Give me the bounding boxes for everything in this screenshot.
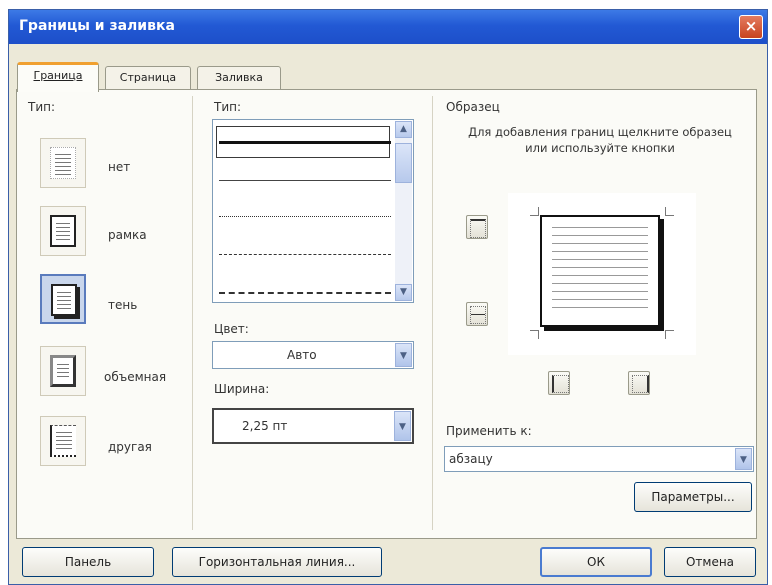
tab-border-label: Граница (33, 69, 83, 82)
line-style-dashed[interactable] (219, 254, 391, 255)
right-border-icon (632, 375, 649, 393)
width-label: Ширина: (214, 382, 270, 396)
chevron-down-icon[interactable]: ▼ (394, 411, 411, 441)
close-button[interactable]: × (739, 15, 763, 39)
chevron-down-icon[interactable]: ▼ (735, 448, 752, 470)
width-value: 2,25 пт (242, 419, 288, 433)
line-style-solid-thin[interactable] (219, 180, 391, 181)
line-style-dotted[interactable] (219, 216, 391, 217)
border-none-button[interactable] (40, 138, 86, 188)
title-bar: Границы и заливка × (9, 10, 767, 44)
border-shadow-label: тень (108, 298, 138, 312)
border-box-icon (50, 215, 76, 247)
border-3d-icon (50, 355, 76, 387)
color-label: Цвет: (214, 322, 249, 336)
border-custom-icon (50, 425, 76, 457)
top-border-button[interactable] (466, 215, 488, 239)
preview-document-icon (540, 215, 660, 327)
scroll-thumb[interactable] (395, 143, 412, 183)
apply-to-combo[interactable]: абзацу ▼ (444, 446, 754, 472)
border-custom-button[interactable] (40, 416, 86, 466)
inner-horizontal-border-icon (470, 306, 486, 324)
left-border-icon (552, 375, 569, 393)
apply-to-value: абзацу (449, 452, 493, 466)
tab-border[interactable]: Граница (17, 62, 99, 92)
border-none-icon (50, 147, 76, 179)
border-none-label: нет (108, 160, 131, 174)
divider-right (432, 96, 433, 530)
border-box-button[interactable] (40, 206, 86, 256)
width-combo[interactable]: 2,25 пт ▼ (212, 408, 414, 444)
tab-page[interactable]: Страница (105, 66, 191, 90)
line-style-list[interactable]: ▲ ▼ (212, 119, 414, 303)
border-box-label: рамка (108, 228, 147, 242)
horizontal-line-button[interactable]: Горизонтальная линия... (172, 547, 382, 577)
preview-label: Образец (446, 100, 500, 114)
scroll-down-icon[interactable]: ▼ (395, 284, 412, 301)
border-3d-label: объемная (104, 370, 167, 384)
apply-to-label: Применить к: (446, 424, 532, 438)
line-style-solid-thick[interactable] (219, 141, 391, 144)
top-border-icon (470, 219, 486, 238)
ok-button[interactable]: ОК (540, 547, 652, 577)
preview-hint: Для добавления границ щелкните образец и… (468, 125, 732, 155)
line-style-scrollbar[interactable]: ▲ ▼ (395, 121, 412, 301)
options-button[interactable]: Параметры... (634, 482, 752, 512)
right-border-button[interactable] (628, 371, 650, 395)
border-preview[interactable] (508, 193, 696, 355)
cancel-button[interactable]: Отмена (664, 547, 756, 577)
panel-button[interactable]: Панель (22, 547, 154, 577)
left-border-button[interactable] (548, 371, 570, 395)
dialog-title: Границы и заливка (19, 18, 175, 34)
border-custom-label: другая (108, 440, 152, 454)
border-shadow-icon (51, 284, 77, 316)
line-type-label: Тип: (214, 100, 242, 114)
divider-left (192, 96, 193, 530)
color-value: Авто (287, 348, 317, 362)
line-style-dash-dot[interactable] (219, 292, 391, 294)
tab-page-label: Страница (119, 71, 177, 84)
type-label: Тип: (28, 100, 56, 114)
close-icon: × (744, 17, 758, 35)
color-combo[interactable]: Авто ▼ (212, 341, 414, 369)
border-3d-button[interactable] (40, 346, 86, 396)
tab-shading-label: Заливка (215, 71, 263, 84)
border-shadow-button[interactable] (40, 274, 86, 324)
inner-border-button[interactable] (466, 302, 488, 326)
chevron-down-icon[interactable]: ▼ (395, 343, 412, 367)
scroll-up-icon[interactable]: ▲ (395, 121, 412, 138)
tab-shading[interactable]: Заливка (197, 66, 281, 90)
